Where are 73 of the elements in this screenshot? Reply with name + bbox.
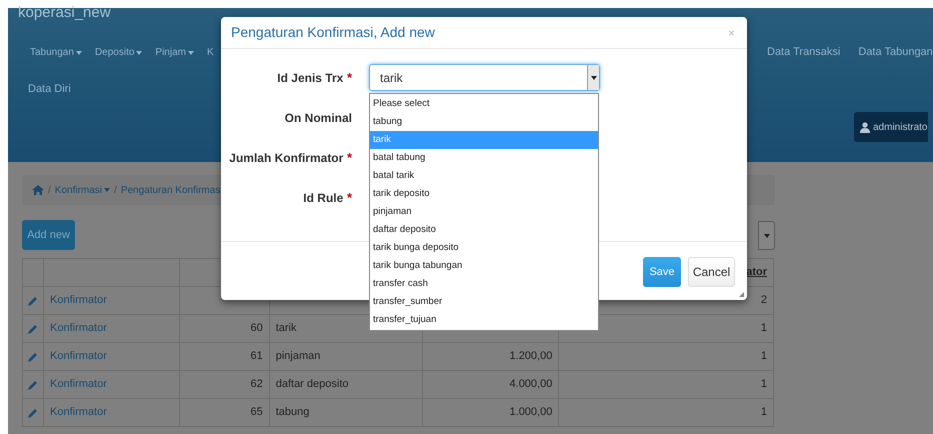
dropdown-option[interactable]: tarik (370, 131, 598, 149)
dropdown-option[interactable]: tabung (370, 113, 598, 131)
field-label: Id Jenis Trx * (277, 68, 352, 87)
table-cell: tabung (276, 406, 310, 418)
link[interactable]: Konfirmator (50, 322, 107, 334)
table-cell: 4.000,00 (510, 378, 552, 390)
dropdown-option[interactable]: batal tabung (370, 149, 598, 167)
field-label: Jumlah Konfirmator * (229, 148, 352, 167)
caret-icon (590, 76, 596, 80)
breadcrumb-separator: / (114, 184, 117, 198)
table-cell: 1 (760, 322, 767, 334)
brand-name[interactable]: koperasi_new (18, 2, 111, 24)
breadcrumb-link[interactable]: Konfirmasi (54, 182, 110, 198)
table-cell: 65 (250, 406, 263, 418)
breadcrumb-link[interactable]: Pengaturan Konfirmas (120, 182, 220, 198)
table-cell: 1 (760, 350, 767, 362)
column-header[interactable]: ator (746, 266, 767, 278)
nav-menu-item[interactable]: Data Tabungan (858, 44, 933, 60)
nav-menu-item[interactable]: K (206, 45, 214, 60)
user-icon (860, 122, 870, 132)
field-label: On Nominal (284, 110, 352, 126)
table-cell: 2 (760, 294, 767, 306)
nav-menu-item[interactable]: Tabungan (30, 45, 82, 60)
table-cell: 1 (760, 378, 767, 390)
table-cell: 60 (250, 322, 263, 334)
breadcrumb-separator: / (48, 184, 51, 198)
caret-icon (76, 50, 82, 54)
page-size-select[interactable] (758, 221, 775, 250)
user-button[interactable]: administrato (854, 112, 928, 142)
table-cell: 1.200,00 (510, 350, 552, 362)
modal-title: Pengaturan Konfirmasi, Add new (231, 23, 435, 42)
table-cell: 1 (760, 406, 767, 418)
dropdown-option[interactable]: transfer cash (370, 275, 598, 293)
close-button[interactable]: × (728, 24, 737, 42)
caret-icon (764, 234, 770, 238)
pencil-icon[interactable] (28, 408, 38, 418)
save-button[interactable]: Save (643, 257, 681, 287)
dropdown-option[interactable]: tarik bunga tabungan (370, 257, 598, 275)
link[interactable]: Konfirmator (50, 294, 107, 306)
dropdown-option[interactable]: tarik deposito (370, 185, 598, 203)
nav-menu-item[interactable]: Pinjam (155, 45, 194, 60)
home-icon[interactable] (32, 185, 44, 195)
table-cell: 1.000,00 (510, 406, 552, 418)
link[interactable]: Konfirmator (50, 378, 107, 390)
dropdown-option[interactable]: pinjaman (370, 203, 598, 221)
table-cell: tarik (276, 322, 296, 334)
nav-menu-item[interactable]: Data Transaksi (767, 44, 840, 60)
table-cell: daftar deposito (276, 378, 348, 390)
add-new-button[interactable]: Add new (22, 220, 75, 250)
caret-icon (104, 188, 110, 192)
caret-icon (136, 50, 142, 54)
dropdown-option[interactable]: transfer_sumber (370, 293, 598, 311)
pencil-icon[interactable] (28, 296, 38, 306)
nav-menu-item[interactable]: Data Diri (28, 81, 71, 98)
dropdown-option[interactable]: tarik bunga deposito (370, 239, 598, 257)
link[interactable]: Konfirmator (50, 350, 107, 362)
table-cell: 61 (250, 350, 263, 362)
select-field[interactable]: tarik (369, 64, 600, 91)
dropdown-option[interactable]: batal tarik (370, 167, 598, 185)
table-cell: 62 (250, 378, 263, 390)
caret-icon (188, 50, 194, 54)
pencil-icon[interactable] (28, 380, 38, 390)
dropdown-option[interactable]: transfer_tujuan (370, 311, 598, 329)
cancel-button[interactable]: Cancel (688, 257, 735, 287)
pencil-icon[interactable] (28, 324, 38, 334)
field-label: Id Rule * (303, 188, 352, 207)
nav-menu-item[interactable]: Deposito (94, 45, 142, 60)
link[interactable]: Konfirmator (50, 406, 107, 418)
table-cell: pinjaman (276, 350, 320, 362)
dropdown-option[interactable]: Please select (370, 95, 598, 113)
pencil-icon[interactable] (28, 352, 38, 362)
resize-grip-icon (739, 292, 744, 297)
dropdown-option[interactable]: daftar deposito (370, 221, 598, 239)
